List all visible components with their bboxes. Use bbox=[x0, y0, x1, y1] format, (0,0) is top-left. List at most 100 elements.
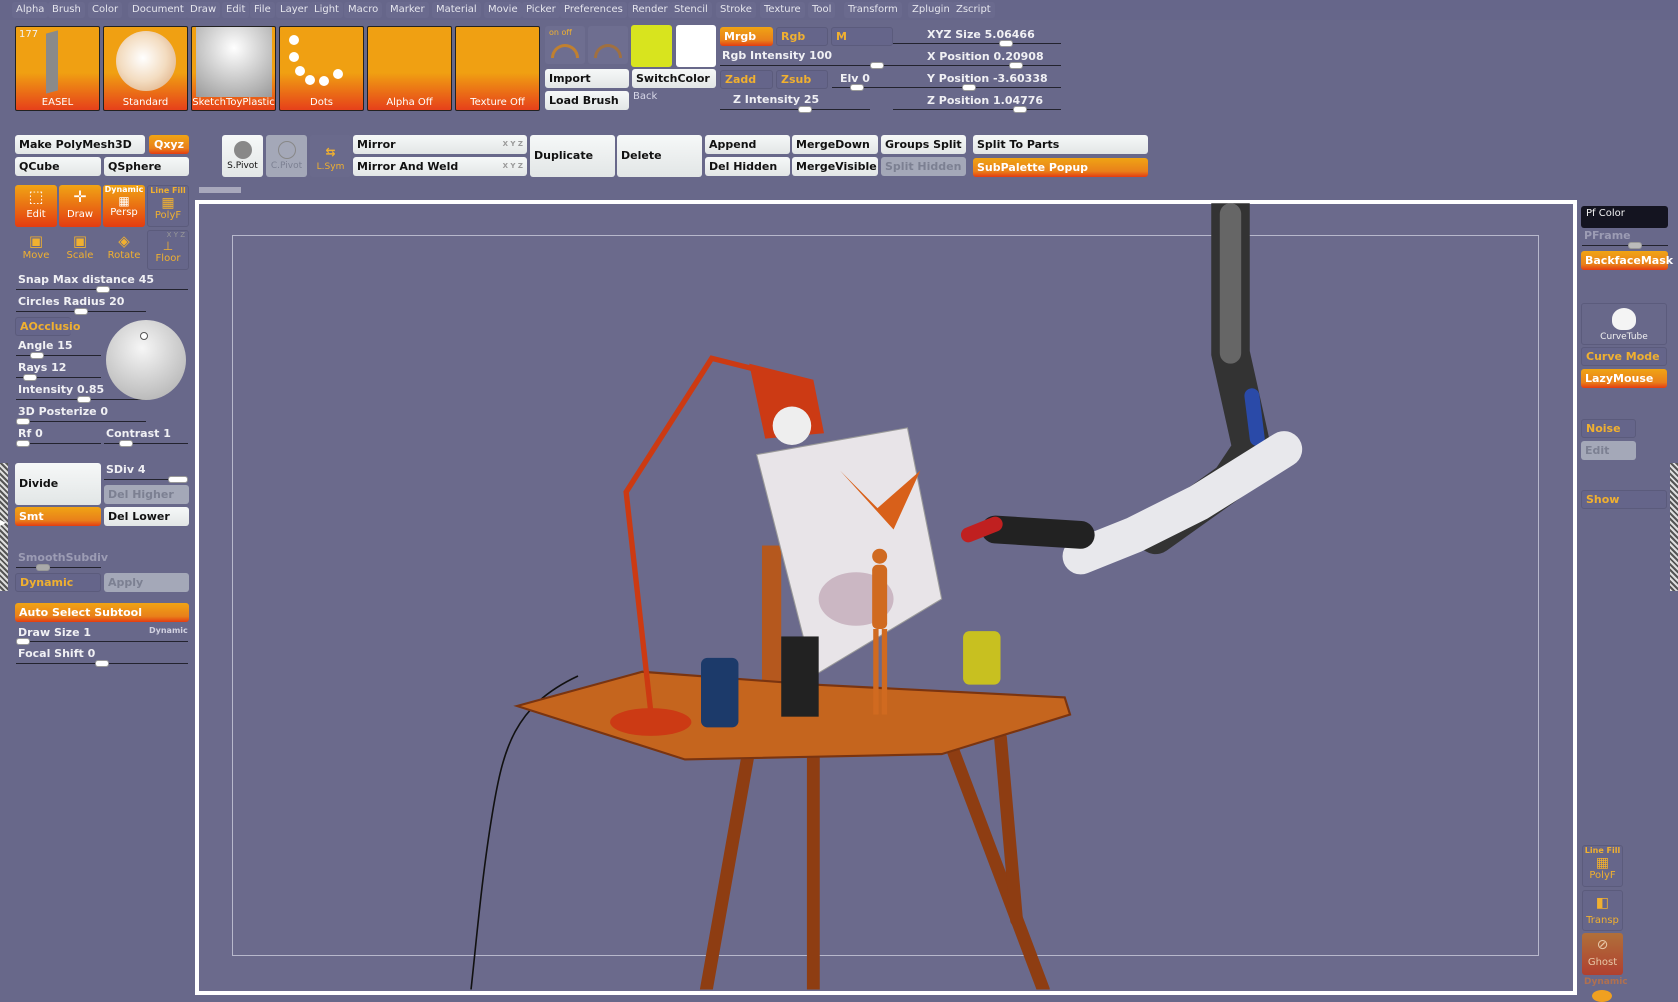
sdiv-slider[interactable] bbox=[104, 476, 188, 483]
menu-document[interactable]: Document bbox=[128, 2, 188, 18]
texture-thumbnail[interactable]: Texture Off bbox=[455, 26, 540, 111]
light-direction-sphere[interactable] bbox=[106, 320, 186, 400]
dynamic-button[interactable]: Dynamic bbox=[15, 573, 101, 592]
rgb-intensity-slider[interactable] bbox=[720, 62, 895, 69]
menu-zscript[interactable]: Zscript bbox=[952, 2, 995, 18]
mirror-button[interactable]: Mirror X Y Z bbox=[353, 135, 527, 154]
menu-zplugin[interactable]: Zplugin bbox=[908, 2, 954, 18]
secondary-color-swatch[interactable] bbox=[676, 25, 716, 67]
xyz-size-slider[interactable] bbox=[893, 40, 1061, 47]
rotate-button[interactable]: ◈ Rotate bbox=[103, 232, 145, 261]
x-position-slider[interactable] bbox=[893, 62, 1061, 69]
backface-mask-button[interactable]: BackfaceMask bbox=[1581, 251, 1673, 270]
menu-transform[interactable]: Transform bbox=[844, 2, 902, 18]
ghost-dynamic-label[interactable]: Dynamic bbox=[1584, 977, 1628, 987]
m-button[interactable]: M bbox=[831, 27, 893, 46]
mirror-and-weld-button[interactable]: Mirror And Weld X Y Z bbox=[353, 157, 527, 176]
auto-select-subtool-button[interactable]: Auto Select Subtool bbox=[15, 603, 189, 622]
scale-button[interactable]: ▣ Scale bbox=[59, 232, 101, 261]
floor-button[interactable]: X Y Z ⊥ Floor bbox=[147, 230, 189, 270]
circles-radius-slider[interactable] bbox=[16, 308, 146, 315]
apply-button[interactable]: Apply bbox=[104, 573, 189, 592]
mrgb-button[interactable]: Mrgb bbox=[720, 27, 773, 46]
draw-size-slider[interactable] bbox=[16, 638, 188, 645]
tray-arrow-icon[interactable]: ▸ bbox=[0, 515, 6, 529]
mrgb-onoff-button[interactable]: on off bbox=[545, 26, 585, 64]
menu-texture[interactable]: Texture bbox=[760, 2, 805, 18]
menu-alpha[interactable]: Alpha bbox=[12, 2, 49, 18]
right-polyf-button[interactable]: Line Fill ▦ PolyF bbox=[1582, 845, 1623, 887]
qsphere-button[interactable]: QSphere bbox=[104, 157, 189, 176]
del-higher-button[interactable]: Del Higher bbox=[104, 485, 189, 504]
rf-slider[interactable] bbox=[16, 440, 101, 447]
noise-button[interactable]: Noise bbox=[1581, 419, 1636, 438]
import-button[interactable]: Import bbox=[545, 69, 629, 88]
spivot-button[interactable]: S.Pivot bbox=[222, 135, 263, 177]
light-handle-icon[interactable] bbox=[140, 332, 148, 340]
material-thumbnail[interactable]: SketchToyPlastic bbox=[191, 26, 276, 111]
menu-draw[interactable]: Draw bbox=[186, 2, 221, 18]
zadd-zsub-button[interactable] bbox=[588, 26, 628, 64]
menu-marker[interactable]: Marker bbox=[386, 2, 429, 18]
rgb-button[interactable]: Rgb bbox=[776, 27, 828, 46]
divide-button[interactable]: Divide bbox=[15, 463, 101, 505]
draw-button[interactable]: ✛ Draw bbox=[59, 185, 101, 227]
split-to-parts-button[interactable]: Split To Parts bbox=[973, 135, 1148, 154]
canvas-viewport[interactable] bbox=[195, 200, 1577, 995]
cpivot-button[interactable]: C.Pivot bbox=[266, 135, 307, 177]
move-button[interactable]: ▣ Move bbox=[15, 232, 57, 261]
pframe-slider[interactable] bbox=[1582, 242, 1668, 249]
zsub-button[interactable]: Zsub bbox=[776, 70, 828, 89]
split-hidden-button[interactable]: Split Hidden bbox=[881, 157, 966, 176]
menu-layer[interactable]: Layer bbox=[276, 2, 312, 18]
make-polymesh3d-button[interactable]: Make PolyMesh3D bbox=[15, 135, 145, 154]
tray-tab[interactable] bbox=[199, 187, 241, 193]
append-button[interactable]: Append bbox=[705, 135, 790, 154]
brush-thumbnail[interactable]: Standard bbox=[103, 26, 188, 111]
persp-button[interactable]: Dynamic ▦ Persp bbox=[103, 185, 145, 227]
qcube-button[interactable]: QCube bbox=[15, 157, 101, 176]
smooth-subdiv-slider[interactable] bbox=[16, 564, 101, 571]
menu-movie[interactable]: Movie bbox=[484, 2, 522, 18]
del-hidden-button[interactable]: Del Hidden bbox=[705, 157, 790, 176]
ghost-button[interactable]: ⊘ Ghost bbox=[1582, 933, 1623, 975]
tool-thumbnail[interactable]: 177 EASEL bbox=[15, 26, 100, 111]
polyf-button[interactable]: Line Fill ▦ PolyF bbox=[147, 185, 189, 227]
right-tray-handle[interactable] bbox=[1670, 463, 1678, 591]
show-button[interactable]: Show bbox=[1581, 490, 1667, 509]
menu-render[interactable]: Render bbox=[628, 2, 672, 18]
zadd-button[interactable]: Zadd bbox=[720, 70, 773, 89]
menu-brush[interactable]: Brush bbox=[48, 2, 85, 18]
menu-light[interactable]: Light bbox=[310, 2, 343, 18]
rays-slider[interactable] bbox=[16, 374, 101, 381]
stroke-thumbnail[interactable]: Dots bbox=[279, 26, 364, 111]
transp-button[interactable]: ◧ Transp bbox=[1582, 890, 1623, 931]
load-brush-button[interactable]: Load Brush bbox=[545, 91, 629, 110]
lazymouse-button[interactable]: LazyMouse bbox=[1581, 369, 1667, 388]
menu-color[interactable]: Color bbox=[88, 2, 123, 18]
noise-edit-button[interactable]: Edit bbox=[1581, 441, 1636, 460]
aocclusion-button[interactable]: AOcclusio bbox=[15, 317, 80, 336]
contrast-slider[interactable] bbox=[104, 440, 188, 447]
duplicate-button[interactable]: Duplicate bbox=[530, 135, 615, 177]
del-lower-button[interactable]: Del Lower bbox=[104, 507, 189, 526]
alpha-thumbnail[interactable]: Alpha Off bbox=[367, 26, 452, 111]
menu-macro[interactable]: Macro bbox=[344, 2, 383, 18]
delete-button[interactable]: Delete bbox=[617, 135, 702, 177]
pf-color-swatch[interactable]: Pf Color bbox=[1581, 206, 1668, 228]
menu-stencil[interactable]: Stencil bbox=[670, 2, 712, 18]
menu-stroke[interactable]: Stroke bbox=[716, 2, 756, 18]
draw-size-dynamic-label[interactable]: Dynamic bbox=[149, 626, 188, 635]
merge-down-button[interactable]: MergeDown bbox=[792, 135, 878, 154]
switch-color-button[interactable]: SwitchColor bbox=[632, 69, 716, 88]
intensity-slider[interactable] bbox=[16, 396, 146, 403]
posterize-slider[interactable] bbox=[16, 418, 146, 425]
elv-slider[interactable] bbox=[832, 84, 894, 91]
lsym-button[interactable]: ⇆ L.Sym bbox=[310, 135, 351, 177]
menu-preferences[interactable]: Preferences bbox=[560, 2, 627, 18]
menu-edit[interactable]: Edit bbox=[222, 2, 250, 18]
edit-button[interactable]: ⬚ Edit bbox=[15, 185, 57, 227]
curvetube-brush-button[interactable]: CurveTube bbox=[1581, 303, 1667, 345]
menu-tool[interactable]: Tool bbox=[808, 2, 836, 18]
subpalette-popup-button[interactable]: SubPalette Popup bbox=[973, 158, 1148, 177]
